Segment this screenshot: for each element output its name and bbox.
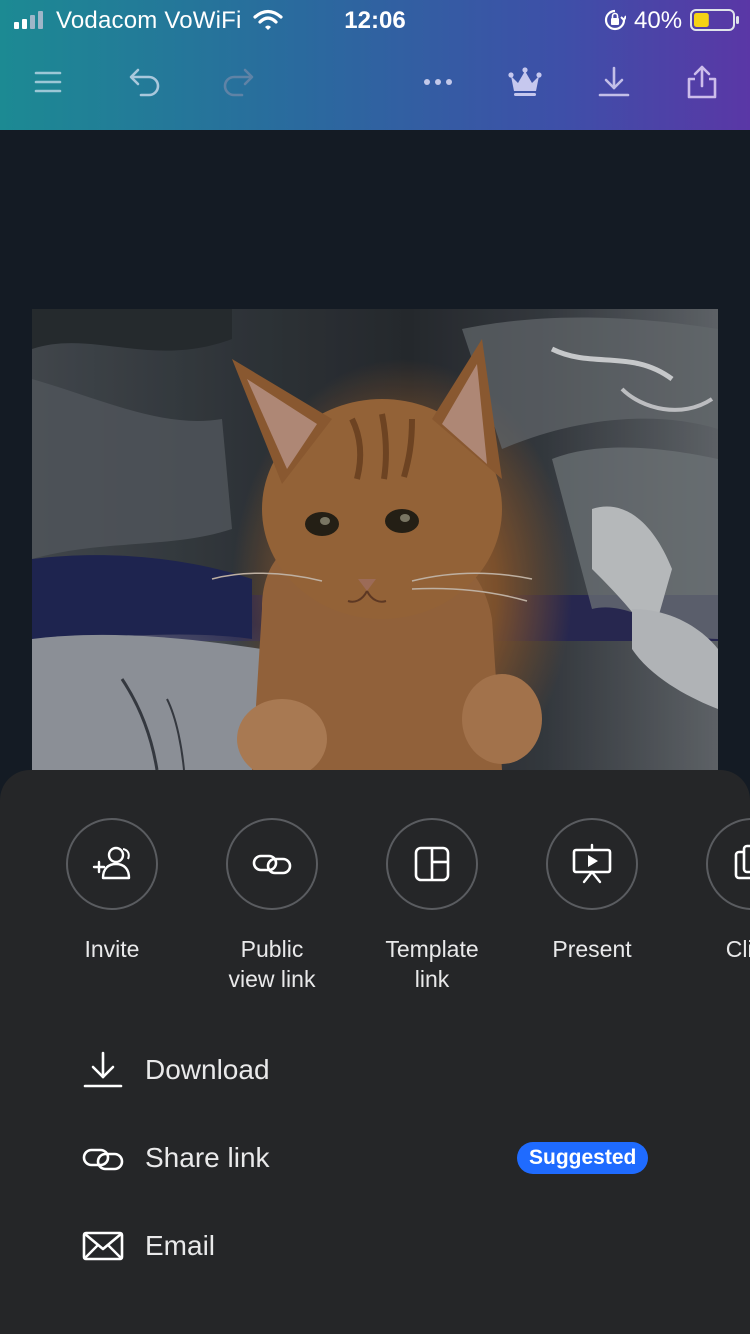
menu-icon <box>34 71 62 93</box>
invite-action[interactable]: Invite <box>32 818 192 964</box>
link-icon <box>82 1148 124 1171</box>
public-view-link-circle[interactable] <box>226 818 318 910</box>
download-option[interactable]: Download <box>0 1026 750 1114</box>
share-sheet: Invite Public view link Template link Pr… <box>0 770 750 1334</box>
kitten-photo-illustration <box>32 309 718 770</box>
present-label: Present <box>552 936 632 962</box>
template-link-action[interactable]: Template link <box>352 818 512 994</box>
battery-icon <box>690 9 739 31</box>
editor-toolbar <box>0 52 750 112</box>
email-option-icon-wrap <box>82 1225 124 1267</box>
orientation-lock-icon <box>604 9 626 31</box>
present-action[interactable]: Present <box>512 818 672 964</box>
download-icon <box>598 66 630 97</box>
suggested-badge: Suggested <box>517 1142 649 1174</box>
undo-icon <box>129 68 160 97</box>
share-icon <box>687 65 717 99</box>
menu-button[interactable] <box>26 60 70 104</box>
battery-percent: 40% <box>634 7 683 34</box>
email-icon <box>82 1231 124 1261</box>
share-link-option[interactable]: Share link Suggested <box>0 1114 750 1202</box>
status-bar: Vodacom VoWiFi 12:06 40% <box>0 0 750 40</box>
template-link-label: Template link <box>385 936 479 992</box>
crown-icon <box>508 67 542 96</box>
present-circle[interactable] <box>546 818 638 910</box>
premium-button[interactable] <box>503 60 547 104</box>
invite-label: Invite <box>84 936 140 962</box>
invite-action-circle[interactable] <box>66 818 158 910</box>
clipboard-icon <box>734 844 750 880</box>
download-option-icon-wrap <box>82 1049 124 1091</box>
present-icon <box>572 843 612 884</box>
download-toolbar-button[interactable] <box>592 60 636 104</box>
share-button[interactable] <box>680 60 724 104</box>
email-option[interactable]: Email <box>0 1202 750 1290</box>
template-icon <box>414 846 450 882</box>
app-header: Vodacom VoWiFi 12:06 40% <box>0 0 750 130</box>
clipboard-action[interactable]: Clipb <box>672 818 750 964</box>
download-icon <box>83 1051 123 1088</box>
template-link-circle[interactable] <box>386 818 478 910</box>
clipboard-circle[interactable] <box>706 818 750 910</box>
clipboard-label: Clipb <box>725 936 750 962</box>
link-icon <box>252 854 292 875</box>
invite-people-icon <box>92 846 131 880</box>
download-option-label: Download <box>145 1054 270 1085</box>
quick-actions-row: Invite Public view link Template link Pr… <box>0 818 750 1008</box>
email-option-label: Email <box>145 1230 216 1261</box>
public-view-link-label: Public view link <box>228 936 316 992</box>
more-button[interactable] <box>416 60 460 104</box>
redo-icon <box>223 68 254 97</box>
more-icon <box>424 79 452 85</box>
public-view-link-action[interactable]: Public view link <box>192 818 352 994</box>
undo-button[interactable] <box>123 60 167 104</box>
share-link-option-icon-wrap <box>82 1137 124 1179</box>
redo-button[interactable] <box>216 60 260 104</box>
share-link-option-label: Share link <box>145 1142 270 1173</box>
canvas-image[interactable] <box>32 309 718 770</box>
